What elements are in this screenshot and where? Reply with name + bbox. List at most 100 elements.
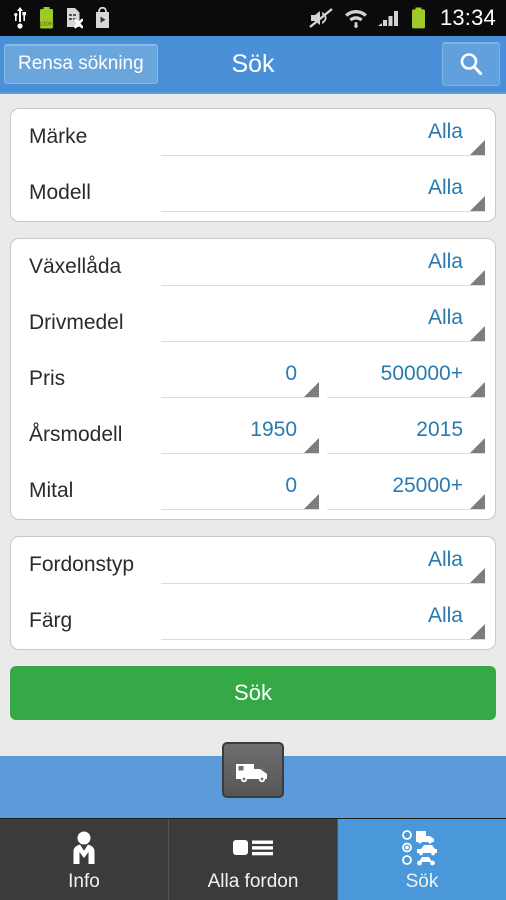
- row-label: Växellåda: [29, 255, 122, 278]
- dropdown-farg[interactable]: Alla: [161, 593, 485, 640]
- dropdown-value: 0: [285, 474, 297, 497]
- row-fields: 0 500000+: [161, 351, 495, 407]
- mute-icon: [309, 8, 333, 28]
- vehicle-type-strip: [0, 742, 506, 818]
- dropdown-corner-triangle-icon: [470, 382, 485, 397]
- clear-search-button[interactable]: Rensa sökning: [4, 44, 158, 84]
- dropdown-corner-triangle-icon: [470, 568, 485, 583]
- row-pris: Pris 0 500000+: [11, 351, 495, 407]
- usb-icon: [14, 7, 26, 29]
- camper-van-icon: [236, 764, 267, 783]
- status-bar-clock: 13:34: [439, 5, 496, 30]
- camper-van-button[interactable]: [222, 742, 284, 798]
- tab-alla-fordon[interactable]: Alla fordon: [169, 819, 338, 900]
- dropdown-pris-min[interactable]: 0: [161, 351, 319, 398]
- row-farg: Färg Alla: [11, 593, 495, 649]
- row-fields: Alla: [161, 537, 495, 593]
- wifi-icon: [344, 10, 367, 29]
- dropdown-pris-max[interactable]: 500000+: [327, 351, 485, 398]
- play-store-icon: [96, 7, 109, 28]
- row-modell: Modell Alla: [11, 165, 495, 221]
- dropdown-value: Alla: [427, 250, 463, 273]
- row-fields: Alla: [161, 593, 495, 649]
- dropdown-value: 1950: [250, 418, 297, 441]
- tab-label: Sök: [405, 870, 439, 892]
- row-fields: Alla: [161, 165, 495, 221]
- row-mital: Mital 0 25000+: [11, 463, 495, 519]
- row-fields: Alla: [161, 109, 495, 165]
- dropdown-value: 2015: [416, 418, 463, 441]
- row-fields: Alla: [161, 295, 495, 351]
- card-specs: Växellåda Alla Drivmedel Alla Pris 0 500…: [10, 238, 496, 520]
- search-form: Märke Alla Modell Alla Växellåda Alla Dr…: [0, 94, 506, 756]
- status-bar-right-icons: 13:34: [309, 5, 496, 31]
- row-label: Årsmodell: [29, 423, 123, 446]
- status-bar: 100% 13:34: [0, 0, 506, 36]
- dropdown-arsmodell-min[interactable]: 1950: [161, 407, 319, 454]
- app-header: Rensa sökning Sök: [0, 36, 506, 94]
- row-label: Fordonstyp: [29, 553, 135, 576]
- sim-card-error-icon: [67, 8, 83, 29]
- dropdown-fordonstyp[interactable]: Alla: [161, 537, 485, 584]
- dropdown-value: Alla: [427, 176, 463, 199]
- person-tie-icon: [73, 831, 95, 864]
- tab-label: Info: [68, 870, 100, 892]
- row-label: Märke: [29, 125, 88, 148]
- search-icon: [460, 53, 482, 75]
- list-view-icon: [233, 839, 273, 855]
- row-label: Modell: [29, 181, 91, 204]
- dropdown-mital-max[interactable]: 25000+: [327, 463, 485, 510]
- dropdown-value: Alla: [427, 120, 463, 143]
- row-fields: 0 25000+: [161, 463, 495, 519]
- battery-icon: [411, 7, 425, 29]
- header-search-button[interactable]: [442, 42, 500, 86]
- dropdown-corner-triangle-icon: [470, 270, 485, 285]
- row-marke: Märke Alla: [11, 109, 495, 165]
- tab-label: Alla fordon: [207, 870, 299, 892]
- submit-search-button[interactable]: Sök: [10, 666, 496, 720]
- dropdown-arsmodell-max[interactable]: 2015: [327, 407, 485, 454]
- svg-text:100%: 100%: [39, 22, 54, 28]
- dropdown-corner-triangle-icon: [304, 438, 319, 453]
- vehicle-select-icon: [402, 829, 437, 865]
- dropdown-value: 500000+: [380, 362, 463, 385]
- row-drivmedel: Drivmedel Alla: [11, 295, 495, 351]
- row-fields: 1950 2015: [161, 407, 495, 463]
- row-label: Färg: [29, 609, 73, 632]
- dropdown-value: Alla: [427, 604, 463, 627]
- dropdown-marke[interactable]: Alla: [161, 109, 485, 156]
- row-label: Pris: [29, 367, 66, 390]
- row-arsmodell: Årsmodell 1950 2015: [11, 407, 495, 463]
- tab-icon: [231, 827, 275, 869]
- dropdown-mital-min[interactable]: 0: [161, 463, 319, 510]
- row-label: Drivmedel: [29, 311, 124, 334]
- dropdown-corner-triangle-icon: [470, 140, 485, 155]
- dropdown-value: 0: [285, 362, 297, 385]
- dropdown-value: 25000+: [392, 474, 463, 497]
- dropdown-corner-triangle-icon: [470, 494, 485, 509]
- row-label: Mital: [29, 479, 74, 502]
- card-type-color: Fordonstyp Alla Färg Alla: [10, 536, 496, 650]
- dropdown-drivmedel[interactable]: Alla: [161, 295, 485, 342]
- tab-info[interactable]: Info: [0, 819, 169, 900]
- dropdown-vaxellada[interactable]: Alla: [161, 239, 485, 286]
- dropdown-corner-triangle-icon: [304, 494, 319, 509]
- dropdown-corner-triangle-icon: [304, 382, 319, 397]
- dropdown-value: Alla: [427, 548, 463, 571]
- dropdown-corner-triangle-icon: [470, 624, 485, 639]
- tab-icon: [67, 827, 101, 869]
- battery-charging-icon: 100%: [39, 7, 54, 29]
- tab-icon: [400, 827, 444, 869]
- bottom-tab-bar: Info Alla fordon Sök: [0, 818, 506, 900]
- status-bar-left-icons: 100%: [12, 7, 111, 29]
- dropdown-modell[interactable]: Alla: [161, 165, 485, 212]
- row-fordonstyp: Fordonstyp Alla: [11, 537, 495, 593]
- app-screen: 100% 13:34 Rensa sökning Sök Märke Alla …: [0, 0, 506, 900]
- dropdown-value: Alla: [427, 306, 463, 329]
- row-fields: Alla: [161, 239, 495, 295]
- dropdown-corner-triangle-icon: [470, 438, 485, 453]
- card-brand-model: Märke Alla Modell Alla: [10, 108, 496, 222]
- tab-sok[interactable]: Sök: [338, 819, 506, 900]
- cellular-signal-icon: [377, 11, 398, 26]
- row-vaxellada: Växellåda Alla: [11, 239, 495, 295]
